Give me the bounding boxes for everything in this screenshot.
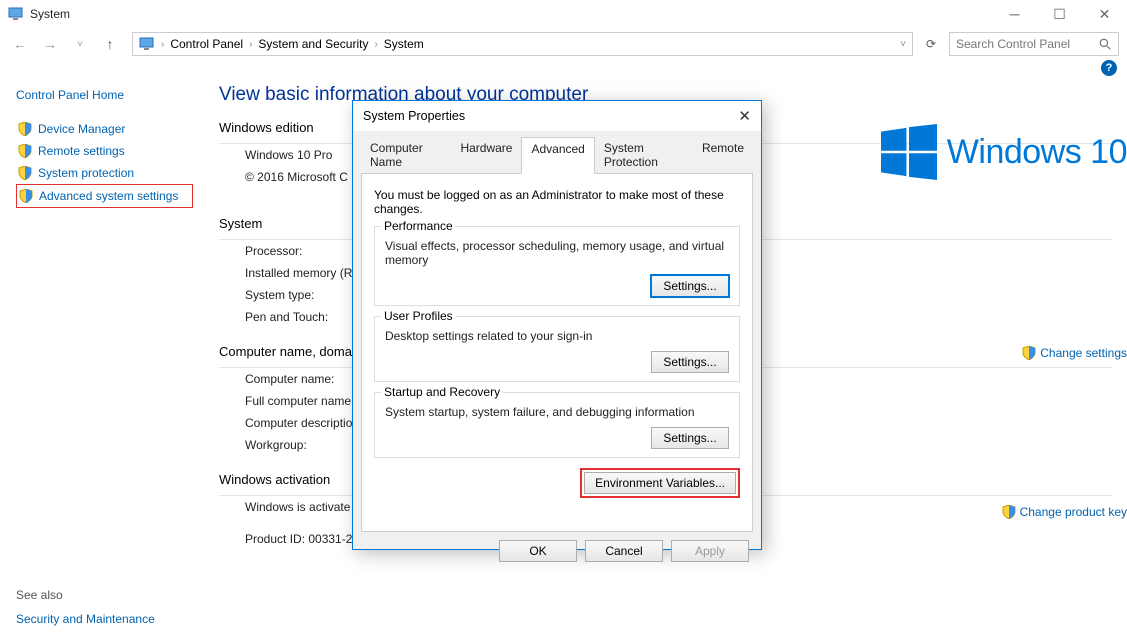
monitor-icon	[8, 6, 24, 22]
see-also-heading: See also	[16, 588, 193, 602]
change-product-key-link[interactable]: Change product key	[1002, 505, 1127, 519]
shield-icon	[18, 166, 32, 180]
dialog-title: System Properties	[363, 109, 465, 123]
monitor-icon	[139, 36, 155, 52]
sidebar-item-label: System protection	[38, 166, 134, 180]
back-button[interactable]: ←	[8, 32, 32, 56]
minimize-button[interactable]: ─	[992, 0, 1037, 28]
link-label: Change settings	[1040, 346, 1127, 360]
search-placeholder: Search Control Panel	[956, 37, 1070, 51]
navbar: ← → ˅ ↑ › Control Panel › System and Sec…	[0, 28, 1127, 60]
user-profiles-settings-button[interactable]: Settings...	[651, 351, 729, 373]
group-user-profiles: User Profiles Desktop settings related t…	[374, 316, 740, 382]
dialog-close-button[interactable]: ✕	[738, 107, 751, 125]
tab-hardware[interactable]: Hardware	[451, 137, 521, 173]
dialog-titlebar: System Properties ✕	[353, 101, 761, 131]
refresh-button[interactable]: ⟳	[919, 32, 943, 56]
recent-dropdown[interactable]: ˅	[68, 32, 92, 56]
control-panel-home-link[interactable]: Control Panel Home	[16, 88, 193, 102]
help-row: ?	[0, 60, 1127, 80]
windows-brand: Windows 10	[881, 124, 1127, 180]
search-input[interactable]: Search Control Panel	[949, 32, 1119, 56]
sidebar: Control Panel Home Device Manager Remote…	[0, 80, 205, 635]
tab-page-advanced: You must be logged on as an Administrato…	[361, 174, 753, 532]
shield-icon	[19, 189, 33, 203]
group-desc: Visual effects, processor scheduling, me…	[385, 235, 729, 275]
help-icon[interactable]: ?	[1101, 60, 1117, 76]
system-properties-dialog: System Properties ✕ Computer Name Hardwa…	[352, 100, 762, 550]
forward-button[interactable]: →	[38, 32, 62, 56]
sidebar-item-label: Remote settings	[38, 144, 125, 158]
sidebar-item-label: Device Manager	[38, 122, 125, 136]
chevron-right-icon: ›	[161, 39, 164, 50]
sidebar-item-advanced-system-settings[interactable]: Advanced system settings	[16, 184, 193, 208]
windows-logo-icon	[881, 124, 937, 180]
up-button[interactable]: ↑	[98, 32, 122, 56]
link-label: Change product key	[1020, 505, 1127, 519]
startup-recovery-settings-button[interactable]: Settings...	[651, 427, 729, 449]
tab-computer-name[interactable]: Computer Name	[361, 137, 451, 173]
dialog-buttons: OK Cancel Apply	[361, 532, 753, 562]
group-label: Startup and Recovery	[381, 385, 503, 399]
close-button[interactable]: ✕	[1082, 0, 1127, 28]
search-icon	[1099, 38, 1112, 51]
sidebar-item-system-protection[interactable]: System protection	[16, 162, 193, 184]
chevron-right-icon: ›	[374, 39, 377, 50]
sidebar-item-remote-settings[interactable]: Remote settings	[16, 140, 193, 162]
titlebar: System ─ ☐ ✕	[0, 0, 1127, 28]
group-label: Performance	[381, 219, 456, 233]
change-settings-link[interactable]: Change settings	[1022, 346, 1127, 360]
chevron-right-icon: ›	[249, 39, 252, 50]
shield-icon	[1022, 346, 1036, 360]
group-desc: Desktop settings related to your sign-in	[385, 325, 729, 351]
sidebar-item-label: Advanced system settings	[39, 189, 178, 203]
security-maintenance-link[interactable]: Security and Maintenance	[16, 612, 193, 626]
environment-variables-button[interactable]: Environment Variables...	[584, 472, 736, 494]
breadcrumb[interactable]: Control Panel	[170, 37, 243, 51]
breadcrumb[interactable]: System	[384, 37, 424, 51]
shield-icon	[18, 122, 32, 136]
dialog-tabs: Computer Name Hardware Advanced System P…	[361, 137, 753, 174]
sidebar-item-device-manager[interactable]: Device Manager	[16, 118, 193, 140]
performance-settings-button[interactable]: Settings...	[651, 275, 729, 297]
shield-icon	[1002, 505, 1016, 519]
tab-advanced[interactable]: Advanced	[521, 137, 594, 174]
address-bar[interactable]: › Control Panel › System and Security › …	[132, 32, 913, 56]
tab-system-protection[interactable]: System Protection	[595, 137, 693, 173]
breadcrumb[interactable]: System and Security	[258, 37, 368, 51]
group-label: User Profiles	[381, 309, 456, 323]
address-dropdown[interactable]: ˅	[900, 39, 906, 50]
ok-button[interactable]: OK	[499, 540, 577, 562]
apply-button[interactable]: Apply	[671, 540, 749, 562]
cancel-button[interactable]: Cancel	[585, 540, 663, 562]
group-startup-recovery: Startup and Recovery System startup, sys…	[374, 392, 740, 458]
windows-brand-text: Windows 10	[947, 133, 1127, 172]
maximize-button[interactable]: ☐	[1037, 0, 1082, 28]
shield-icon	[18, 144, 32, 158]
group-desc: System startup, system failure, and debu…	[385, 401, 729, 427]
group-performance: Performance Visual effects, processor sc…	[374, 226, 740, 306]
tab-remote[interactable]: Remote	[693, 137, 753, 173]
window-title: System	[30, 7, 992, 21]
window-buttons: ─ ☐ ✕	[992, 0, 1127, 28]
env-vars-highlight: Environment Variables...	[580, 468, 740, 498]
